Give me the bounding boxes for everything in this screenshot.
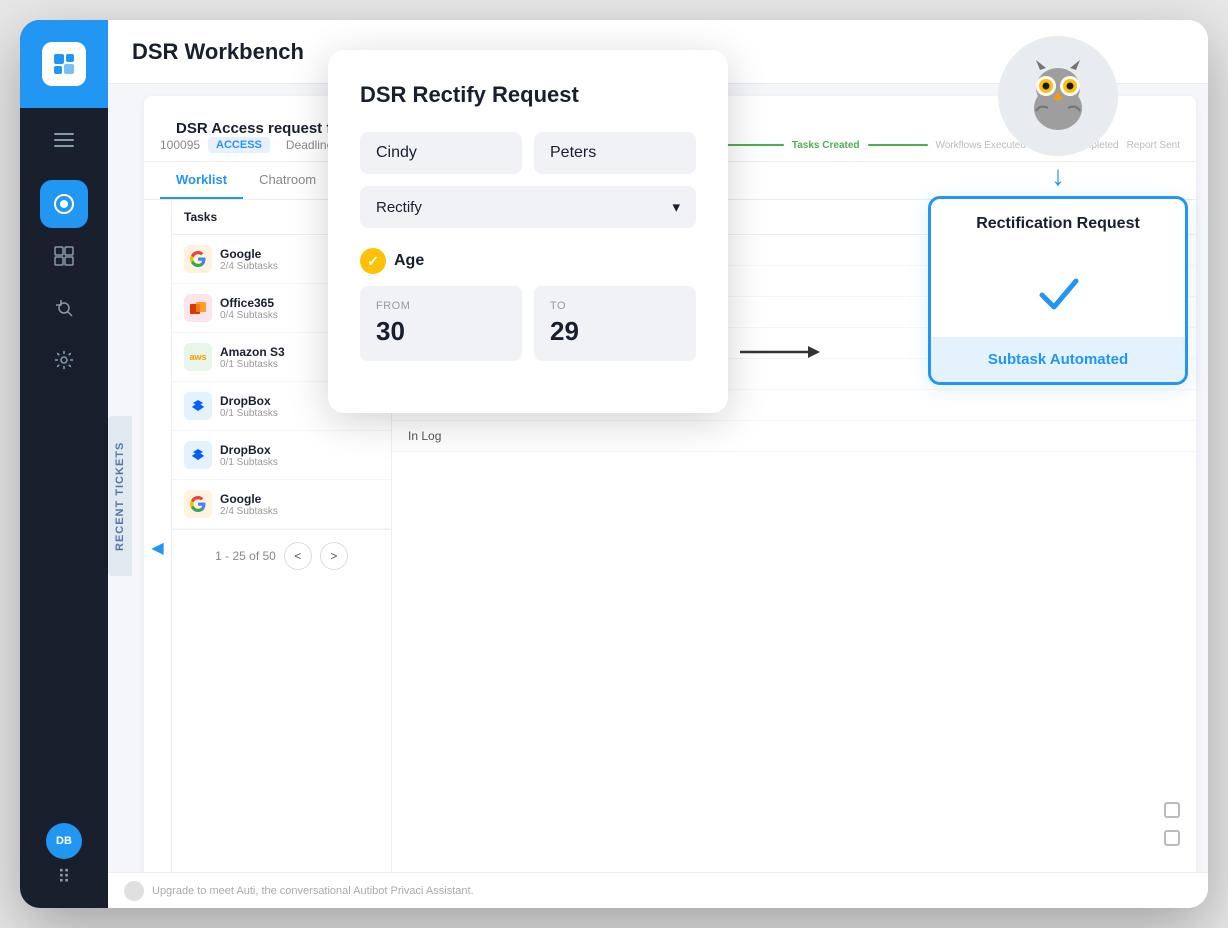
task-name-google2: Google bbox=[220, 492, 379, 506]
from-box: From 30 bbox=[360, 286, 522, 361]
owl-mascot bbox=[998, 36, 1118, 156]
sidebar-bottom: DB ⠿ bbox=[46, 823, 82, 908]
to-label: To bbox=[550, 300, 680, 312]
sidebar-item-settings[interactable] bbox=[40, 336, 88, 384]
name-row: Cindy Peters bbox=[360, 132, 696, 174]
page-title: DSR Workbench bbox=[132, 39, 304, 65]
menu-toggle[interactable] bbox=[20, 116, 108, 164]
sidebar: DB ⠿ bbox=[20, 20, 108, 908]
task-icon-office365 bbox=[184, 294, 212, 322]
task-icon-dropbox1 bbox=[184, 392, 212, 420]
age-label: Age bbox=[394, 252, 424, 270]
checkbox-1[interactable] bbox=[1164, 802, 1180, 818]
age-section: ✓ Age From 30 To 29 bbox=[360, 248, 696, 361]
subtask-item-7: In Log bbox=[392, 421, 1196, 452]
dropdown-chevron-icon: ▾ bbox=[672, 198, 680, 216]
age-check-icon: ✓ bbox=[360, 248, 386, 274]
task-info-google2: Google 2/4 Subtasks bbox=[220, 492, 379, 517]
modal-title: DSR Rectify Request bbox=[360, 82, 696, 108]
request-type-select[interactable]: Rectify ▾ bbox=[360, 186, 696, 228]
task-icon-google1 bbox=[184, 245, 212, 273]
task-sub-dropbox2: 0/1 Subtasks bbox=[220, 457, 379, 468]
right-panel-overlay: ↓ Rectification Request Subtask Automate… bbox=[908, 20, 1208, 401]
upgrade-text: Upgrade to meet Auti, the conversational… bbox=[152, 885, 474, 897]
task-icon-dropbox2 bbox=[184, 441, 212, 469]
hamburger-icon bbox=[54, 133, 74, 147]
sidebar-item-tools[interactable] bbox=[40, 284, 88, 332]
subtask-automated-label: Subtask Automated bbox=[931, 337, 1185, 382]
recent-tickets-tab[interactable]: RECENT TICKETS bbox=[108, 416, 132, 576]
rectification-check-icon bbox=[1030, 265, 1086, 321]
access-badge: ACCESS bbox=[208, 137, 270, 153]
to-box: To 29 bbox=[534, 286, 696, 361]
main-content: DSR Workbench RECENT TICKETS DSR Access … bbox=[108, 20, 1208, 908]
prev-page-button[interactable]: < bbox=[284, 542, 312, 570]
more-options-icon[interactable]: ⠿ bbox=[57, 867, 70, 888]
pagination-text: 1 - 25 of 50 bbox=[215, 549, 276, 563]
last-name-field[interactable]: Peters bbox=[534, 132, 696, 174]
tasks-nav-left[interactable]: ◀ bbox=[144, 200, 172, 896]
tab-chatroom[interactable]: Chatroom bbox=[243, 162, 332, 199]
upgrade-icon bbox=[124, 881, 144, 901]
checkbox-area bbox=[1164, 802, 1180, 846]
sidebar-nav bbox=[40, 180, 88, 823]
logo-icon bbox=[42, 42, 86, 86]
age-label-row: ✓ Age bbox=[360, 248, 696, 274]
user-avatar[interactable]: DB bbox=[46, 823, 82, 859]
first-name-field[interactable]: Cindy bbox=[360, 132, 522, 174]
to-value: 29 bbox=[550, 316, 680, 347]
task-item-google2[interactable]: Google 2/4 Subtasks bbox=[172, 480, 391, 529]
checkbox-2[interactable] bbox=[1164, 830, 1180, 846]
task-icon-google2 bbox=[184, 490, 212, 518]
sidebar-item-dashboard[interactable] bbox=[40, 232, 88, 280]
sidebar-item-home[interactable] bbox=[40, 180, 88, 228]
task-icon-amazons3: aws bbox=[184, 343, 212, 371]
next-page-button[interactable]: > bbox=[320, 542, 348, 570]
task-info-dropbox2: DropBox 0/1 Subtasks bbox=[220, 443, 379, 468]
from-to-row: From 30 To 29 bbox=[360, 286, 696, 361]
task-sub-google2: 2/4 Subtasks bbox=[220, 506, 379, 517]
rectification-check-area bbox=[931, 249, 1185, 337]
rectification-request-box: Rectification Request Subtask Automated bbox=[928, 196, 1188, 385]
from-value: 30 bbox=[376, 316, 506, 347]
request-type-value: Rectify bbox=[376, 199, 422, 216]
task-item-dropbox2[interactable]: DropBox 0/1 Subtasks bbox=[172, 431, 391, 480]
rectification-header: Rectification Request bbox=[931, 199, 1185, 249]
pagination-bar: 1 - 25 of 50 < > bbox=[172, 529, 391, 582]
sidebar-logo bbox=[20, 20, 108, 108]
upgrade-bar: Upgrade to meet Auti, the conversational… bbox=[108, 872, 1208, 908]
tab-worklist[interactable]: Worklist bbox=[160, 162, 243, 199]
request-id: 100095 bbox=[160, 138, 200, 152]
dsr-rectify-modal: DSR Rectify Request Cindy Peters Rectify… bbox=[328, 50, 728, 413]
step-tasks: Tasks Created bbox=[792, 140, 860, 151]
from-label: From bbox=[376, 300, 506, 312]
task-name-dropbox2: DropBox bbox=[220, 443, 379, 457]
subtask-text-7: In Log bbox=[408, 429, 1180, 443]
arrow-down-icon: ↓ bbox=[1051, 160, 1065, 192]
